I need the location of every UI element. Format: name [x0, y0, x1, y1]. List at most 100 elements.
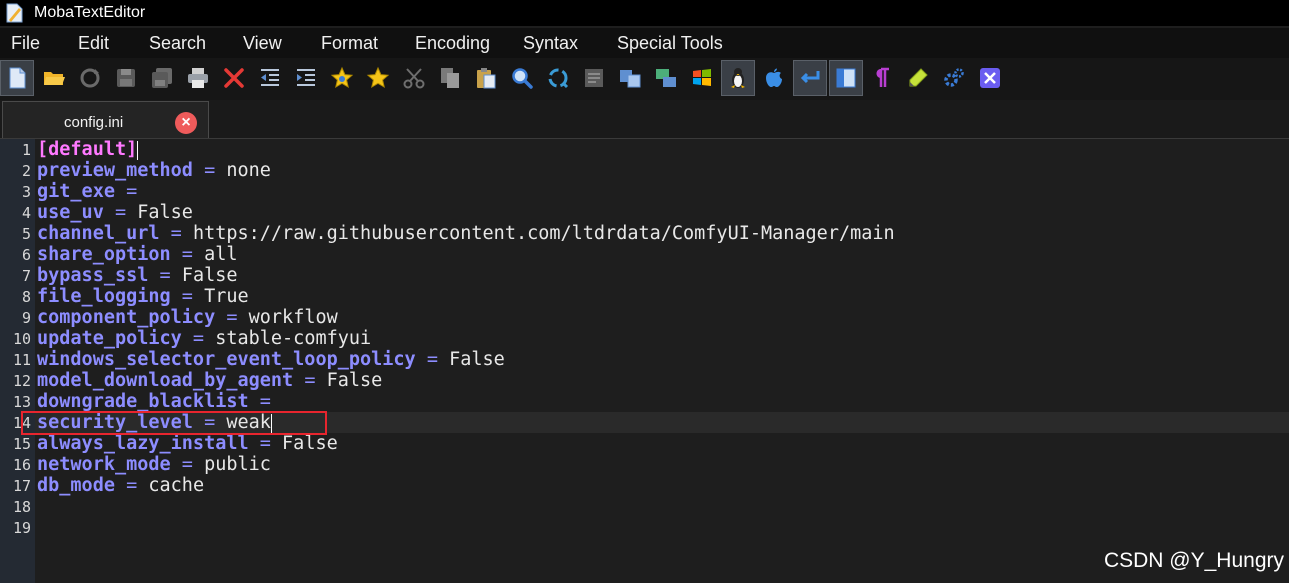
tab-close-icon[interactable]: × [175, 112, 197, 134]
exit-button[interactable] [973, 60, 1007, 96]
ini-key: use_uv [37, 202, 104, 223]
toggle-bookmark-icon [330, 66, 354, 89]
ini-equals: = [114, 181, 138, 202]
word-wrap-icon [800, 71, 820, 84]
unindent-icon [261, 69, 279, 86]
menu-search[interactable]: Search [149, 33, 206, 54]
ini-value: False [282, 433, 338, 454]
highlight-button[interactable] [901, 60, 935, 96]
settings-button[interactable] [937, 60, 971, 96]
line-number: 2 [21, 162, 31, 180]
menu-special-tools[interactable]: Special Tools [617, 33, 723, 54]
ini-key: model_download_by_agent [37, 370, 294, 391]
ini-equals: = [170, 286, 205, 307]
cut-button[interactable] [397, 60, 431, 96]
menu-format[interactable]: Format [321, 33, 378, 54]
menu-edit[interactable]: Edit [78, 33, 109, 54]
go-to-line-button[interactable] [577, 60, 611, 96]
close-file-button[interactable] [217, 60, 251, 96]
tab-config-ini[interactable]: config.ini × [2, 101, 209, 138]
linux-eol-icon [731, 68, 745, 88]
line-number: 4 [21, 204, 31, 222]
linux-eol-button[interactable] [721, 60, 755, 96]
menu-file[interactable]: File [11, 33, 40, 54]
line-number: 1 [21, 141, 31, 159]
title-bar: MobaTextEditor [0, 0, 1289, 26]
ini-equals: = [114, 475, 149, 496]
ini-equals: = [192, 160, 227, 181]
ini-key: network_mode [37, 454, 171, 475]
line-number: 18 [12, 498, 31, 516]
save-button[interactable] [109, 60, 143, 96]
code-line: always_lazy_install = False [37, 433, 338, 454]
ini-key: windows_selector_event_loop_policy [37, 349, 416, 370]
ini-key: downgrade_blacklist [37, 391, 249, 412]
ini-value: False [449, 349, 505, 370]
word-wrap-button[interactable] [793, 60, 827, 96]
find-replace-button[interactable] [541, 60, 575, 96]
menu-syntax[interactable]: Syntax [523, 33, 578, 54]
ini-equals: = [181, 328, 216, 349]
code-line: update_policy = stable-comfyui [37, 328, 371, 349]
new-file-button[interactable] [0, 60, 34, 96]
ini-equals: = [103, 202, 138, 223]
show-symbols-icon [876, 67, 889, 87]
code-line: git_exe = [37, 181, 137, 202]
open-button[interactable] [37, 60, 71, 96]
code-line: downgrade_blacklist = [37, 391, 271, 412]
ini-value: public [204, 454, 271, 475]
indent-button[interactable] [289, 60, 323, 96]
line-number: 7 [21, 267, 31, 285]
side-panel-button[interactable] [829, 60, 863, 96]
windows-eol-button[interactable] [685, 60, 719, 96]
ini-value: False [137, 202, 193, 223]
ini-key: channel_url [37, 223, 160, 244]
tab-strip: config.ini × [0, 100, 1289, 139]
ini-equals: = [415, 349, 450, 370]
code-line: network_mode = public [37, 454, 271, 475]
ini-value: False [181, 265, 238, 286]
line-number: 3 [21, 183, 31, 201]
unindent-button[interactable] [253, 60, 287, 96]
compare-button[interactable] [613, 60, 647, 96]
line-number-gutter: 1 2 3 4 5 6 7 8 9 10 11 12 13 14 15 16 1… [0, 139, 35, 583]
print-button[interactable] [181, 60, 215, 96]
new-file-icon [9, 67, 26, 89]
line-number: 10 [12, 330, 31, 348]
ini-key: share_option [37, 244, 171, 265]
save-icon [117, 69, 135, 87]
ini-value: all [204, 244, 238, 265]
reload-button[interactable] [73, 60, 107, 96]
copy-button[interactable] [433, 60, 467, 96]
line-number: 6 [21, 246, 31, 264]
open-folder-icon [44, 72, 65, 85]
ini-key: bypass_ssl [37, 265, 149, 286]
text-caret [137, 140, 139, 160]
find-icon [512, 68, 533, 89]
code-line: [default] [37, 139, 139, 160]
paste-button[interactable] [469, 60, 503, 96]
toggle-bookmark-button[interactable] [325, 60, 359, 96]
menu-encoding[interactable]: Encoding [415, 33, 490, 54]
line-number: 15 [12, 435, 31, 453]
side-panel-icon [836, 68, 856, 88]
cut-icon [403, 68, 425, 89]
text-editor[interactable]: 1 2 3 4 5 6 7 8 9 10 11 12 13 14 15 16 1… [0, 139, 1289, 583]
ini-key: component_policy [37, 307, 216, 328]
ini-equals: = [170, 454, 205, 475]
save-all-button[interactable] [145, 60, 179, 96]
show-symbols-button[interactable] [865, 60, 899, 96]
mac-eol-button[interactable] [757, 60, 791, 96]
ini-key: always_lazy_install [37, 433, 249, 454]
ini-key: git_exe [37, 181, 115, 202]
ini-key: db_mode [37, 475, 115, 496]
line-number: 12 [12, 372, 31, 390]
ini-equals: = [293, 370, 327, 391]
settings-icon [944, 68, 964, 87]
menu-view[interactable]: View [243, 33, 282, 54]
find-button[interactable] [505, 60, 539, 96]
code-line: bypass_ssl = False [37, 265, 238, 286]
line-number: 11 [12, 351, 31, 369]
next-bookmark-button[interactable] [361, 60, 395, 96]
convert-button[interactable] [649, 60, 683, 96]
